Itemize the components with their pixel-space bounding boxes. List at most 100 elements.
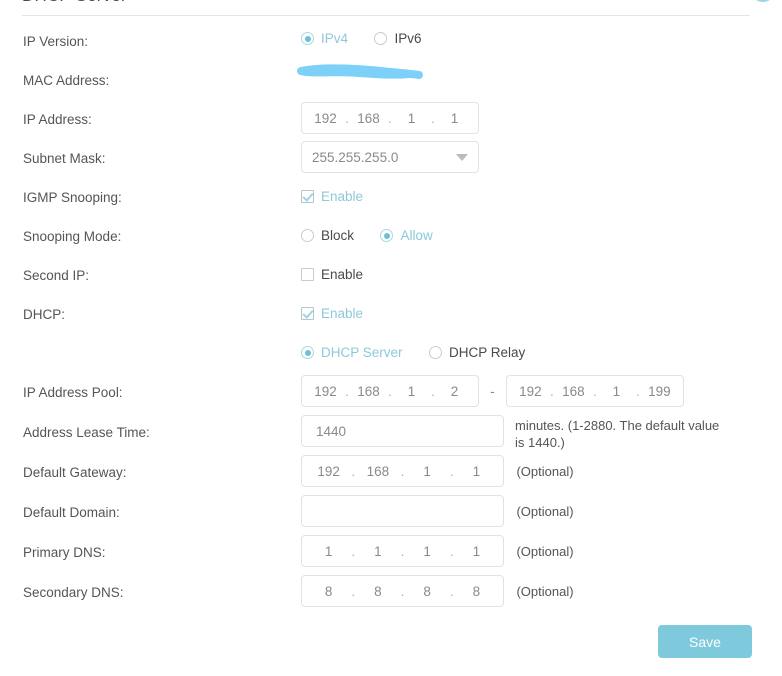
- ip-dot: .: [388, 383, 392, 399]
- radio-ipv6[interactable]: IPv6: [374, 31, 421, 47]
- default-gateway-octet-3[interactable]: 1: [407, 464, 448, 479]
- secondary-dns-input[interactable]: 8 . 8 . 8 . 8: [301, 575, 504, 607]
- default-domain-input[interactable]: [301, 495, 504, 527]
- field-default-domain: (Optional): [301, 495, 574, 527]
- checkbox-dhcp-enable-indicator: [301, 307, 314, 321]
- ip-pool-end-octet-4[interactable]: 199: [642, 384, 677, 399]
- checkbox-second-ip[interactable]: Enable: [301, 267, 363, 283]
- secondary-dns-octet-3[interactable]: 8: [407, 584, 448, 599]
- chevron-down-icon: [456, 153, 468, 161]
- field-dhcp-mode: DHCP Server DHCP Relay: [301, 344, 525, 362]
- ip-dot: .: [449, 543, 454, 559]
- secondary-dns-octet-2[interactable]: 8: [357, 584, 398, 599]
- ip-pool-start-octet-4[interactable]: 2: [437, 384, 472, 399]
- ip-pool-start-octet-1[interactable]: 192: [308, 384, 343, 399]
- ip-pool-end-octet-1[interactable]: 192: [513, 384, 548, 399]
- ip-pool-start-input[interactable]: 192 . 168 . 1 . 2: [301, 375, 479, 407]
- ip-address-octet-4[interactable]: 1: [437, 111, 472, 126]
- radio-ipv4-label: IPv4: [321, 30, 349, 46]
- default-gateway-octet-1[interactable]: 192: [308, 464, 349, 479]
- checkbox-igmp-snooping[interactable]: Enable: [301, 189, 363, 205]
- label-igmp-snooping: IGMP Snooping:: [23, 190, 122, 205]
- radio-snooping-block-indicator: [301, 229, 314, 243]
- default-gateway-octet-4[interactable]: 1: [456, 464, 497, 479]
- label-mac-address: MAC Address:: [23, 73, 110, 88]
- field-ip-address-pool: 192 . 168 . 1 . 2 - 192 . 168 . 1 . 199: [301, 375, 684, 407]
- radio-snooping-block[interactable]: Block: [301, 228, 354, 244]
- radio-dhcp-server[interactable]: DHCP Server: [301, 345, 403, 361]
- field-snooping-mode: Block Allow: [301, 227, 433, 245]
- save-button[interactable]: Save: [658, 625, 752, 658]
- radio-snooping-allow-indicator: [380, 229, 394, 243]
- label-snooping-mode: Snooping Mode:: [23, 229, 122, 244]
- radio-ipv4-indicator: [301, 32, 314, 46]
- ip-dot: .: [449, 583, 454, 599]
- subnet-mask-value: 255.255.255.0: [312, 149, 399, 165]
- ip-pool-start-octet-3[interactable]: 1: [394, 384, 429, 399]
- radio-dhcp-server-label: DHCP Server: [321, 344, 403, 360]
- default-gateway-input[interactable]: 192 . 168 . 1 . 1: [301, 455, 504, 487]
- radio-ipv4[interactable]: IPv4: [301, 31, 348, 47]
- ip-pool-end-octet-3[interactable]: 1: [599, 384, 634, 399]
- row-ip-address-pool: IP Address Pool: 192 . 168 . 1 . 2 - 192…: [0, 375, 782, 415]
- row-snooping-mode: Snooping Mode: Block Allow: [0, 219, 782, 258]
- field-mac-address: [297, 64, 501, 93]
- primary-dns-octet-3[interactable]: 1: [407, 544, 448, 559]
- label-ip-address-pool: IP Address Pool:: [23, 385, 123, 400]
- primary-dns-octet-4[interactable]: 1: [456, 544, 497, 559]
- field-subnet-mask: 255.255.255.0: [301, 141, 479, 173]
- label-default-gateway: Default Gateway:: [23, 465, 127, 480]
- ip-dot: .: [351, 543, 356, 559]
- ip-dot: .: [449, 463, 454, 479]
- row-second-ip: Second IP: Enable: [0, 258, 782, 297]
- ip-address-octet-3[interactable]: 1: [394, 111, 429, 126]
- default-domain-hint: (Optional): [516, 503, 574, 519]
- redaction-stroke: [297, 64, 423, 79]
- ip-dot: .: [351, 583, 356, 599]
- ip-address-octet-2[interactable]: 168: [351, 111, 386, 126]
- help-icon[interactable]: [750, 0, 776, 3]
- ip-pool-start-octet-2[interactable]: 168: [351, 384, 386, 399]
- row-ip-address: IP Address: 192 . 168 . 1 . 1: [0, 102, 782, 141]
- row-ip-version: IP Version: IPv4 IPv6: [0, 24, 782, 63]
- secondary-dns-hint: (Optional): [516, 583, 574, 599]
- radio-dhcp-relay-indicator: [428, 346, 442, 360]
- header-divider: [22, 15, 750, 16]
- ip-dot: .: [400, 583, 405, 599]
- default-gateway-octet-2[interactable]: 168: [357, 464, 398, 479]
- radio-snooping-allow-label: Allow: [400, 227, 433, 243]
- row-dhcp-mode: DHCP Server DHCP Relay: [0, 336, 782, 375]
- ip-address-input[interactable]: 192 . 168 . 1 . 1: [301, 102, 479, 134]
- ip-pool-end-input[interactable]: 192 . 168 . 1 . 199: [505, 375, 684, 407]
- radio-dhcp-relay-label: DHCP Relay: [448, 344, 526, 360]
- primary-dns-octet-2[interactable]: 1: [357, 544, 398, 559]
- row-default-gateway: Default Gateway: 192 . 168 . 1 . 1 (Opti…: [0, 455, 782, 495]
- label-dhcp: DHCP:: [23, 307, 66, 322]
- radio-ipv6-indicator: [374, 32, 388, 46]
- ip-dot: .: [593, 383, 597, 399]
- ip-pool-end-octet-2[interactable]: 168: [556, 384, 591, 399]
- label-second-ip: Second IP:: [23, 268, 90, 283]
- checkbox-igmp-snooping-label: Enable: [321, 188, 364, 204]
- address-lease-time-input[interactable]: 1440: [301, 415, 504, 447]
- dhcp-server-form: IP Version: IPv4 IPv6 MAC Address: IP Ad…: [0, 24, 782, 615]
- ip-address-octet-1[interactable]: 192: [308, 111, 343, 126]
- radio-dhcp-relay[interactable]: DHCP Relay: [428, 344, 526, 361]
- page-header: DHCP Server: [0, 0, 782, 24]
- secondary-dns-octet-4[interactable]: 8: [456, 584, 497, 599]
- row-default-domain: Default Domain: (Optional): [0, 495, 782, 535]
- checkbox-dhcp-enable-label: Enable: [321, 305, 364, 321]
- field-dhcp-enable: Enable: [301, 305, 363, 323]
- secondary-dns-octet-1[interactable]: 8: [308, 584, 349, 599]
- field-ip-version: IPv4 IPv6: [301, 30, 421, 48]
- ip-dot: .: [636, 383, 640, 399]
- row-mac-address: MAC Address:: [0, 63, 782, 102]
- checkbox-dhcp-enable[interactable]: Enable: [301, 306, 363, 322]
- primary-dns-octet-1[interactable]: 1: [308, 544, 349, 559]
- subnet-mask-select[interactable]: 255.255.255.0: [301, 141, 479, 173]
- primary-dns-input[interactable]: 1 . 1 . 1 . 1: [301, 535, 504, 567]
- address-lease-time-hint: minutes. (1-2880. The default value is 1…: [515, 418, 720, 450]
- checkbox-igmp-snooping-indicator: [301, 190, 314, 204]
- label-secondary-dns: Secondary DNS:: [23, 585, 124, 600]
- radio-snooping-allow[interactable]: Allow: [380, 227, 433, 244]
